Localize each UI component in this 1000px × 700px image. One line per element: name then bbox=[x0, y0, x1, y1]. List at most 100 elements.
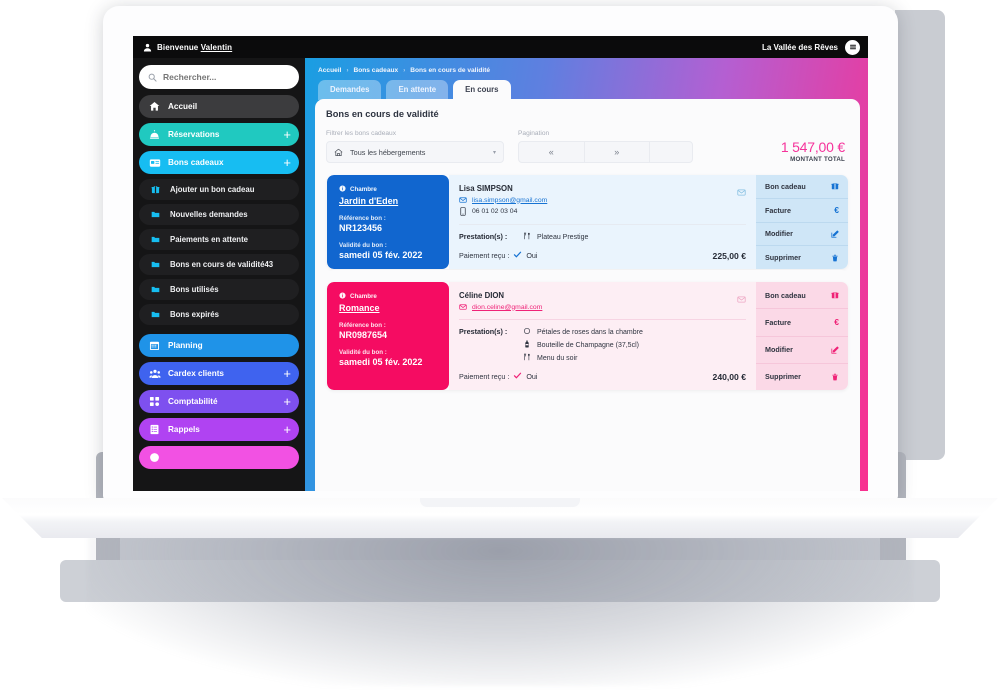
sidebar-item-reservations[interactable]: Réservations + bbox=[139, 123, 299, 146]
voucher-card: Chambre Jardin d'Eden Référence bon : NR… bbox=[327, 175, 848, 269]
prestation-label: Plateau Prestige bbox=[537, 233, 589, 241]
sidebar-subitem-paiements-en-attente[interactable]: Paiements en attente bbox=[139, 229, 299, 250]
add-icon[interactable]: + bbox=[283, 367, 291, 380]
tab-en-cours[interactable]: En cours bbox=[453, 80, 511, 100]
total-amount-block: 1 547,00 € MONTANT TOTAL bbox=[781, 139, 849, 163]
top-bar: Bienvenue Valentin La Vallée des Rêves bbox=[133, 36, 868, 58]
action-modifier[interactable]: Modifier bbox=[756, 337, 848, 364]
validity-value: samedi 05 fév. 2022 bbox=[339, 357, 423, 367]
pagination-prev-button[interactable]: « bbox=[519, 142, 585, 162]
content-panel: Bons en cours de validité Filtrer les bo… bbox=[315, 99, 860, 491]
client-email[interactable]: dion.celine@gmail.com bbox=[472, 304, 542, 311]
pagination-next-button[interactable]: » bbox=[585, 142, 650, 162]
tab-demandes[interactable]: Demandes bbox=[318, 80, 382, 100]
euro-icon: € bbox=[834, 205, 839, 216]
edit-icon bbox=[831, 346, 839, 354]
action-bon-cadeau[interactable]: Bon cadeau bbox=[756, 175, 848, 199]
reference-label: Référence bon : bbox=[339, 322, 386, 329]
chamber-name[interactable]: Romance bbox=[339, 303, 439, 313]
sidebar-item-comptabilite[interactable]: Comptabilité + bbox=[139, 390, 299, 413]
sidebar-item-partial[interactable] bbox=[139, 446, 299, 469]
payment-status: Paiement reçu : Oui bbox=[459, 371, 538, 382]
euro-icon: € bbox=[834, 317, 839, 328]
sidebar-subitem-ajouter-bon[interactable]: Ajouter un bon cadeau bbox=[139, 179, 299, 200]
people-icon bbox=[147, 368, 162, 380]
client-email-row[interactable]: lisa.simpson@gmail.com bbox=[459, 196, 746, 204]
reference-value: NR0987654 bbox=[339, 330, 388, 340]
action-facture[interactable]: Facture € bbox=[756, 309, 848, 337]
cutlery-icon bbox=[523, 232, 531, 242]
caret-down-icon[interactable]: ▾ bbox=[493, 149, 496, 156]
home-icon bbox=[147, 101, 162, 112]
cutlery-icon bbox=[523, 353, 531, 363]
total-amount: 1 547,00 € bbox=[780, 139, 845, 155]
tab-en-attente[interactable]: En attente bbox=[386, 80, 449, 100]
gift-card-icon bbox=[147, 157, 162, 169]
action-modifier[interactable]: Modifier bbox=[756, 223, 848, 247]
payment-label: Paiement reçu : bbox=[459, 251, 510, 260]
action-label: Facture bbox=[765, 317, 791, 327]
controls-row: Filtrer les bons cadeaux Tous les héberg… bbox=[326, 130, 849, 163]
sidebar-item-cardex-clients[interactable]: Cardex clients + bbox=[139, 362, 299, 385]
envelope-icon[interactable] bbox=[737, 184, 746, 202]
sidebar-item-label: Comptabilité bbox=[168, 397, 218, 406]
voucher-card-partial[interactable] bbox=[326, 402, 849, 442]
folder-icon bbox=[151, 285, 164, 294]
divider bbox=[459, 224, 746, 225]
envelope-icon[interactable] bbox=[737, 291, 746, 309]
prestations-list: Plateau Prestige bbox=[523, 232, 588, 242]
add-icon[interactable]: + bbox=[283, 156, 291, 169]
breadcrumb-item-bons-cadeaux[interactable]: Bons cadeaux bbox=[353, 67, 398, 74]
search-icon bbox=[148, 73, 157, 82]
voucher-card-shell: Chambre Romance Référence bon : NR098765… bbox=[326, 270, 849, 391]
reference-value: NR123456 bbox=[339, 223, 383, 233]
sidebar-subitem-nouvelles-demandes[interactable]: Nouvelles demandes bbox=[139, 204, 299, 225]
action-bon-cadeau[interactable]: Bon cadeau bbox=[756, 282, 848, 310]
prestations-label: Prestation(s) : bbox=[459, 327, 508, 336]
payment-value: Oui bbox=[526, 372, 538, 381]
sidebar-subitem-bons-en-cours[interactable]: Bons en cours de validité 43 bbox=[139, 254, 299, 275]
sidebar-item-rappels[interactable]: Rappels + bbox=[139, 418, 299, 441]
voucher-chip: Chambre Jardin d'Eden Référence bon : NR… bbox=[327, 175, 449, 269]
add-icon[interactable]: + bbox=[283, 395, 291, 408]
folder-icon bbox=[151, 210, 164, 219]
breadcrumb-item-current: Bons en cours de validité bbox=[410, 67, 491, 74]
search-box[interactable] bbox=[139, 65, 299, 89]
prestations-label: Prestation(s) : bbox=[459, 232, 508, 241]
sidebar-item-planning[interactable]: Planning bbox=[139, 334, 299, 357]
accommodation-filter-select[interactable]: Tous les hébergements ▾ bbox=[326, 141, 504, 163]
info-icon bbox=[339, 292, 346, 301]
rose-petals-icon bbox=[523, 327, 531, 337]
search-input[interactable] bbox=[163, 72, 283, 82]
gift-icon bbox=[151, 185, 164, 194]
sidebar-subitem-label: Nouvelles demandes bbox=[170, 210, 248, 219]
hamburger-menu-icon[interactable] bbox=[845, 39, 860, 55]
action-label: Modifier bbox=[765, 229, 793, 239]
sidebar-subitem-label: Ajouter un bon cadeau bbox=[170, 185, 255, 194]
client-email[interactable]: lisa.simpson@gmail.com bbox=[472, 197, 547, 204]
app-body: Accueil Réservations + Bons cadeaux + bbox=[133, 58, 868, 491]
client-phone-row: 06 01 02 03 04 bbox=[459, 207, 746, 216]
voucher-chip: Chambre Romance Référence bon : NR098765… bbox=[327, 282, 449, 390]
sidebar-item-bons-cadeaux[interactable]: Bons cadeaux + bbox=[139, 151, 299, 174]
action-supprimer[interactable]: Supprimer bbox=[756, 364, 848, 390]
action-supprimer[interactable]: Supprimer bbox=[756, 246, 848, 269]
action-facture[interactable]: Facture € bbox=[756, 199, 848, 223]
chamber-name[interactable]: Jardin d'Eden bbox=[339, 196, 439, 206]
breadcrumb-item-accueil[interactable]: Accueil bbox=[318, 67, 341, 74]
action-label: Bon cadeau bbox=[765, 290, 806, 300]
check-icon bbox=[513, 371, 522, 382]
client-email-row[interactable]: dion.celine@gmail.com bbox=[459, 303, 746, 311]
voucher-actions: Bon cadeau Facture € Modifier Supprimer bbox=[756, 175, 848, 269]
sidebar-item-accueil[interactable]: Accueil bbox=[139, 95, 299, 118]
add-icon[interactable]: + bbox=[283, 128, 291, 141]
gift-icon bbox=[831, 291, 839, 299]
bell-icon bbox=[147, 129, 162, 140]
home-icon bbox=[334, 148, 343, 157]
client-name: Lisa SIMPSON bbox=[459, 184, 513, 193]
add-icon[interactable]: + bbox=[283, 423, 291, 436]
edit-icon bbox=[831, 230, 839, 238]
sidebar-subitem-bons-expires[interactable]: Bons expirés bbox=[139, 304, 299, 325]
sidebar-subitem-bons-utilises[interactable]: Bons utilisés bbox=[139, 279, 299, 300]
user-name[interactable]: Valentin bbox=[201, 43, 232, 52]
